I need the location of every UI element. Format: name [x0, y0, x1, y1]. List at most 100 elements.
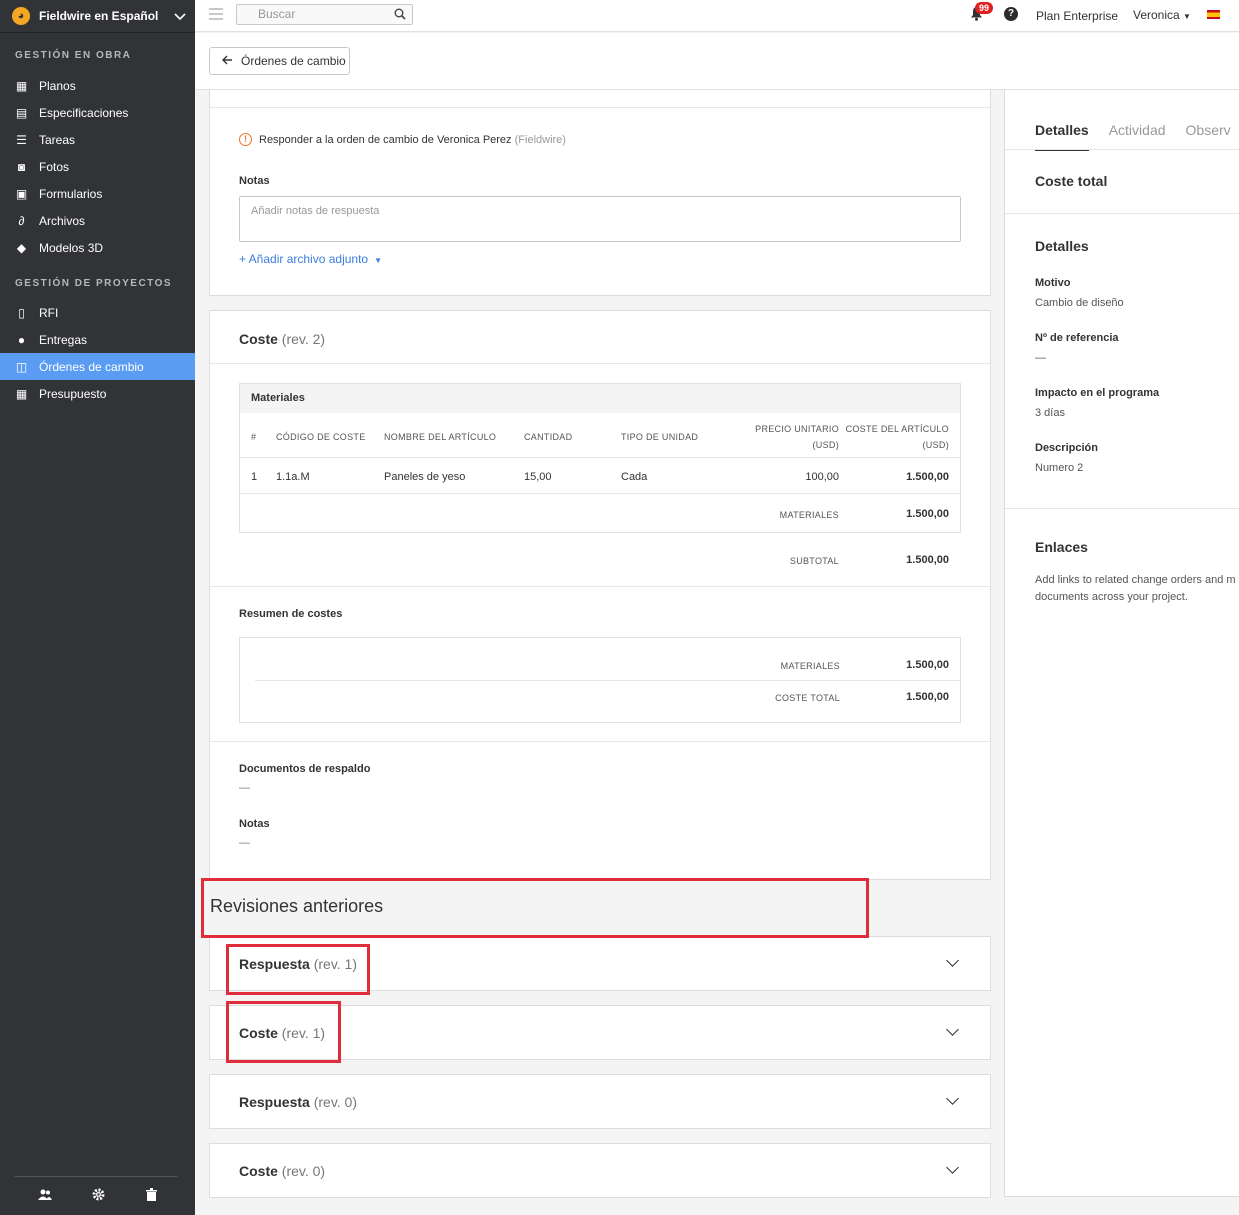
sidebar-item-label: Órdenes de cambio: [39, 359, 144, 374]
column-header-price: PRECIO UNITARIO (USD): [755, 424, 839, 450]
trash-icon[interactable]: [145, 1188, 157, 1204]
divider: [210, 363, 990, 364]
column-header-code: CÓDIGO DE COSTE: [276, 432, 366, 442]
revision-cost-0[interactable]: Coste (rev. 0): [209, 1143, 991, 1198]
sidebar-item-archivos[interactable]: ∂ Archivos: [0, 207, 195, 234]
list-icon: ☰: [16, 132, 27, 147]
links-title: Enlaces: [1035, 539, 1088, 555]
chevron-down-icon[interactable]: [946, 954, 959, 967]
materials-table-title: Materiales: [240, 384, 960, 413]
row-divider: [240, 457, 960, 458]
cell-cost: 1.500,00: [906, 471, 949, 483]
sidebar-item-rfi[interactable]: ▯ RFI: [0, 299, 195, 326]
chevron-down-icon[interactable]: [946, 1023, 959, 1036]
cost-title: Coste (rev. 2): [239, 331, 325, 347]
notice-text: Responder a la orden de cambio de Veroni…: [259, 134, 512, 146]
sidebar-item-modelos-3d[interactable]: ◆ Modelos 3D: [0, 234, 195, 261]
sidebar-item-label: Fotos: [39, 159, 70, 174]
search-input[interactable]: Buscar: [236, 4, 413, 25]
cost-summary-table: MATERIALES 1.500,00 COSTE TOTAL 1.500,00: [239, 637, 961, 723]
plans-icon: ▦: [15, 78, 28, 93]
summary-total-value: 1.500,00: [906, 691, 949, 703]
field-label: Descripción: [1035, 442, 1098, 454]
notes-label: Notas: [239, 175, 270, 187]
chevron-down-icon[interactable]: [946, 1092, 959, 1105]
project-name: Fieldwire en Español: [39, 9, 159, 23]
revision-title: Respuesta (rev. 0): [239, 1094, 357, 1110]
highlight-box: [226, 1001, 341, 1063]
notice-source: (Fieldwire): [514, 134, 566, 146]
divider: [210, 586, 990, 587]
chevron-down-icon[interactable]: [165, 8, 195, 24]
divider: [210, 741, 990, 742]
sidebar-item-especificaciones[interactable]: ▤ Especificaciones: [0, 99, 195, 126]
project-selector[interactable]: ◕ Fieldwire en Español: [0, 0, 195, 33]
sidebar-item-fotos[interactable]: ◙ Fotos: [0, 153, 195, 180]
column-header-qty: CANTIDAD: [524, 432, 573, 442]
sidebar-item-label: Modelos 3D: [39, 240, 104, 255]
sidebar-item-presupuesto[interactable]: ▦ Presupuesto: [0, 380, 195, 407]
sidebar-item-ordenes-de-cambio[interactable]: ◫ Órdenes de cambio: [0, 353, 195, 380]
user-name: Veronica: [1133, 8, 1180, 22]
summary-materials-label: MATERIALES: [780, 661, 840, 671]
field-label: Impacto en el programa: [1035, 387, 1160, 399]
paperclip-icon: ∂: [18, 213, 25, 228]
links-help-line-1: Add links to related change orders and m: [1035, 574, 1236, 586]
menu-icon[interactable]: [209, 8, 223, 23]
file-info-icon: ▯: [18, 305, 25, 320]
field-value: Numero 2: [1035, 462, 1084, 474]
column-header-price-line-2: (USD): [812, 440, 839, 450]
column-header-unit: TIPO DE UNIDAD: [621, 432, 699, 442]
sidebar-item-formularios[interactable]: ▣ Formularios: [0, 180, 195, 207]
response-card: ! Responder a la orden de cambio de Vero…: [209, 90, 991, 296]
materials-total-value: 1.500,00: [906, 508, 949, 520]
response-notes-input[interactable]: Añadir notas de respuesta: [239, 196, 961, 242]
camera-icon: ◙: [17, 159, 26, 174]
tab-detalles[interactable]: Detalles: [1035, 122, 1089, 151]
revision-response-0[interactable]: Respuesta (rev. 0): [209, 1074, 991, 1129]
sidebar-section-title: GESTIÓN EN OBRA: [15, 50, 132, 61]
field-label: Motivo: [1035, 277, 1071, 289]
sidebar-footer: [0, 1177, 195, 1215]
user-menu[interactable]: Veronica ▼: [1133, 8, 1191, 22]
divider: [210, 107, 990, 108]
cost-summary-title: Resumen de costes: [239, 608, 343, 620]
sidebar-section-title: GESTIÓN DE PROYECTOS: [15, 278, 173, 289]
cell-qty: 15,00: [524, 471, 552, 483]
row-divider: [255, 680, 960, 681]
revision-number: (rev. 0): [313, 1094, 358, 1110]
help-icon[interactable]: ?: [1004, 7, 1018, 21]
sidebar-item-label: Tareas: [39, 132, 76, 147]
back-button[interactable]: Órdenes de cambio: [209, 47, 350, 75]
cost-notes-value: —: [239, 837, 250, 849]
revision-label: Respuesta: [239, 1094, 310, 1110]
tab-actividad[interactable]: Actividad: [1109, 122, 1166, 151]
spain-flag-icon[interactable]: [1207, 10, 1220, 19]
sidebar-item-label: Presupuesto: [39, 386, 107, 401]
column-header-price-line-1: PRECIO UNITARIO: [755, 424, 839, 434]
search-icon[interactable]: [394, 7, 406, 26]
chevron-down-icon[interactable]: [946, 1161, 959, 1174]
notes-placeholder: Añadir notas de respuesta: [251, 205, 380, 217]
cost-card: Coste (rev. 2) Materiales # CÓDIGO DE CO…: [209, 310, 991, 880]
cell-code: 1.1a.M: [276, 471, 310, 483]
details-panel: Detalles Actividad Observ Coste total De…: [1004, 90, 1239, 1197]
clipboard-icon: ▣: [15, 186, 28, 201]
page-header: Órdenes de cambio: [195, 33, 1239, 90]
cell-price: 100,00: [805, 471, 839, 483]
column-header-num: #: [251, 432, 257, 442]
fieldwire-logo-icon: ◕: [12, 7, 30, 25]
sidebar-item-entregas[interactable]: ● Entregas: [0, 326, 195, 353]
plan-link[interactable]: Plan Enterprise: [1036, 9, 1118, 23]
gear-icon[interactable]: [92, 1188, 105, 1204]
users-icon[interactable]: [38, 1189, 53, 1203]
sidebar-item-planos[interactable]: ▦ Planos: [0, 72, 195, 99]
subtotal-value: 1.500,00: [906, 554, 949, 566]
row-divider: [240, 493, 960, 494]
cost-title-label: Coste: [239, 331, 278, 347]
add-attachment-button[interactable]: + Añadir archivo adjunto ▼: [239, 252, 382, 266]
tab-observaciones[interactable]: Observ: [1186, 122, 1231, 151]
links-help-line-2: documents across your project.: [1035, 591, 1188, 603]
sidebar-item-tareas[interactable]: ☰ Tareas: [0, 126, 195, 153]
sidebar: ◕ Fieldwire en Español GESTIÓN EN OBRA ▦…: [0, 0, 195, 1215]
